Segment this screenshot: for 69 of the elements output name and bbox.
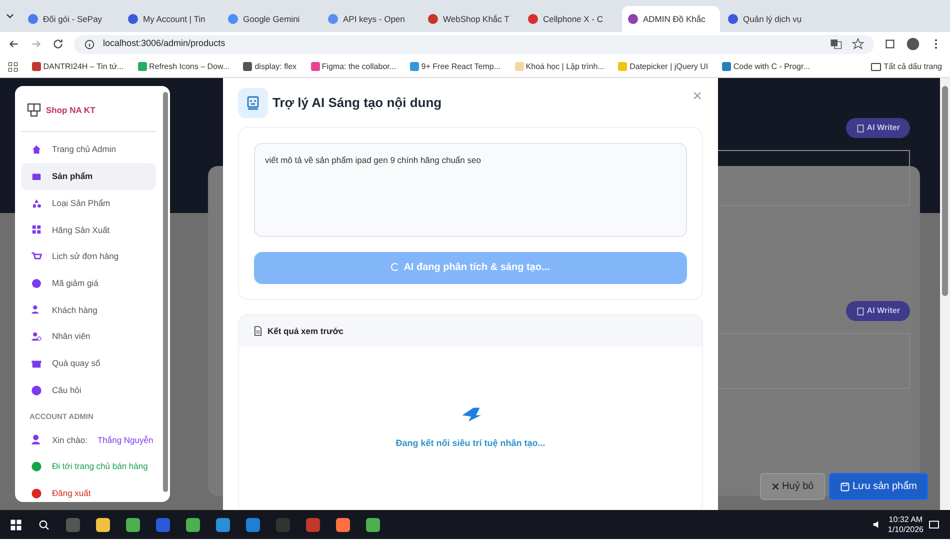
address-bar[interactable]: localhost:3006/admin/products	[74, 34, 874, 54]
brand-name: Shop NA KT	[46, 104, 96, 117]
grid-icon	[31, 224, 42, 236]
search-icon	[38, 518, 50, 530]
taskbar-app[interactable]	[216, 518, 230, 532]
browser-tab[interactable]: ADMIN Đồ Khắc	[622, 6, 720, 32]
ai-writer-button[interactable]: AI Writer	[846, 301, 910, 321]
account-item[interactable]: Đăng xuất	[21, 480, 156, 502]
url-text: localhost:3006/admin/products	[103, 37, 226, 50]
scrollbar[interactable]	[940, 78, 950, 510]
sidebar-item[interactable]: Câu hỏi	[21, 376, 156, 404]
translate-icon	[830, 38, 842, 50]
cancel-button[interactable]: Huỷ bỏ	[760, 473, 825, 500]
box-icon	[31, 171, 42, 182]
sidebar-item[interactable]: Nhân viên	[21, 323, 156, 350]
home-icon	[31, 144, 42, 156]
clock-date: 1/10/2026	[888, 524, 924, 534]
taskbar-app[interactable]	[186, 518, 200, 532]
browser-tab[interactable]: API keys - Open	[322, 6, 420, 32]
bookmark[interactable]: display: flex	[243, 60, 297, 72]
ai-writer-button[interactable]: AI Writer	[846, 118, 910, 138]
bookmark[interactable]: Code with C - Progr...	[722, 60, 810, 72]
cart-icon	[31, 251, 42, 262]
browser-tab[interactable]: Google Gemini	[222, 6, 320, 32]
taskbar-app[interactable]	[336, 518, 350, 532]
sidebar-item[interactable]: Mã giảm giá	[21, 270, 156, 297]
back-icon	[8, 38, 20, 50]
preview-title: Kết quả xem trước	[268, 324, 344, 338]
sidebar-item[interactable]: Sản phẩm	[21, 163, 156, 190]
browser-tab[interactable]: Cellphone X - C	[522, 6, 620, 32]
user-icon	[31, 331, 42, 342]
start-icon	[10, 518, 22, 530]
loading-text: Đang kết nối siêu trí tuệ nhân tạo...	[396, 437, 546, 450]
sidebar-item[interactable]: Quà quay số	[21, 350, 156, 377]
browser-tab[interactable]: My Account | Tin	[122, 6, 220, 32]
document-icon	[253, 326, 263, 336]
bookmark[interactable]: Datepicker | jQuery UI	[618, 60, 708, 72]
forward-icon	[30, 38, 42, 50]
dialog-title: Trợ lý AI Sáng tạo nội dung	[272, 94, 442, 112]
sidebar-item[interactable]: Khách hàng	[21, 296, 156, 324]
reload-icon	[52, 38, 64, 50]
taskbar-app[interactable]	[246, 518, 260, 532]
sidebar-item[interactable]: Trang chủ Admin	[21, 136, 156, 164]
bookmark[interactable]: Refresh Icons – Dow...	[138, 60, 230, 72]
bookmark[interactable]: Khoá học | Lập trình...	[514, 60, 604, 72]
save-button[interactable]: Lưu sản phẩm	[829, 473, 928, 500]
info-icon	[84, 38, 95, 50]
taskbar-app[interactable]	[126, 518, 140, 532]
scrollbar[interactable]	[163, 92, 168, 492]
bookmark-folder[interactable]: Tất cả dấu trang	[871, 60, 942, 72]
bookmark[interactable]: DANTRI24H – Tin tứ...	[32, 60, 124, 72]
apps-icon	[8, 62, 18, 72]
sidebar-item[interactable]: Loại Sản Phẩm	[21, 190, 156, 217]
account-item[interactable]: Xin chào: Thắng Nguyễn	[21, 426, 156, 454]
taskbar-app[interactable]	[366, 518, 380, 532]
shapes-icon	[31, 198, 42, 209]
close-icon	[770, 482, 780, 491]
bookmark[interactable]: Figma: the collabor...	[310, 60, 396, 72]
sidebar-item[interactable]: Lịch sử đơn hàng	[21, 243, 156, 270]
browser-tab[interactable]: WebShop Khắc T	[422, 6, 520, 32]
avatar-icon	[906, 37, 920, 51]
prompt-field[interactable]: viết mô tả về sản phẩm ipad gen 9 chính hãng chuẩn seo	[254, 143, 687, 237]
taskbar-app[interactable]	[96, 518, 110, 532]
browser-tab[interactable]: Quản lý dịch vụ	[722, 6, 820, 32]
star-icon	[852, 38, 864, 50]
clock-time: 10:32 AM	[888, 514, 924, 524]
browser-tab[interactable]: Đối gói - SePay	[22, 6, 120, 32]
bookmark[interactable]: 9+ Free React Temp...	[410, 60, 501, 72]
sidebar-item[interactable]: Hãng Sản Xuất	[21, 216, 156, 244]
